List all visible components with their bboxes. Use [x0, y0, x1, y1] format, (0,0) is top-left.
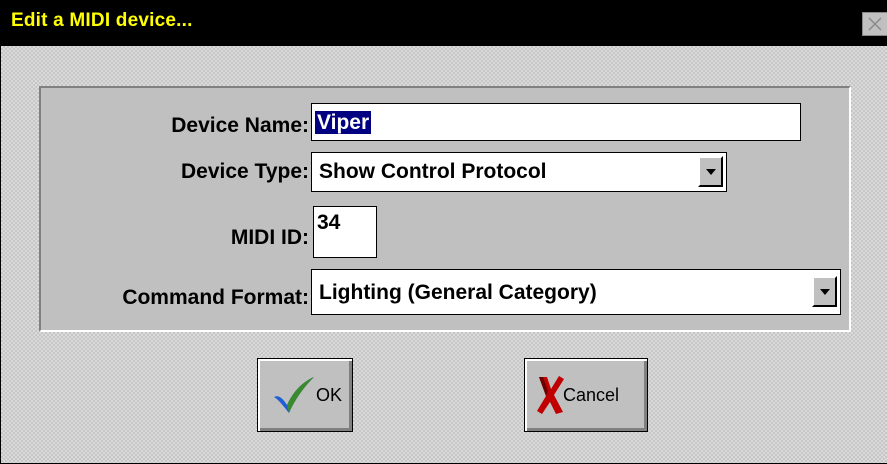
- chevron-down-icon: [820, 289, 830, 295]
- device-name-value: Viper: [315, 111, 372, 134]
- device-type-value: Show Control Protocol: [319, 160, 547, 183]
- close-icon: [868, 17, 882, 31]
- cancel-button-label: Cancel: [563, 385, 620, 405]
- window-title: Edit a MIDI device...: [11, 10, 193, 31]
- command-format-value: Lighting (General Category): [319, 281, 597, 304]
- ok-button[interactable]: OK: [257, 358, 353, 432]
- device-type-select[interactable]: Show Control Protocol: [311, 152, 727, 192]
- device-type-dropdown-button[interactable]: [698, 156, 723, 187]
- title-bar[interactable]: Edit a MIDI device...: [1, 0, 887, 46]
- midi-id-value: 34: [317, 211, 341, 234]
- midi-id-label: MIDI ID:: [230, 226, 309, 249]
- cancel-button[interactable]: Cancel: [524, 358, 648, 432]
- close-button[interactable]: [862, 12, 887, 36]
- chevron-down-icon: [706, 169, 716, 175]
- dialog-window: Edit a MIDI device... Device Name: Viper…: [0, 0, 887, 464]
- midi-id-input[interactable]: 34: [313, 206, 377, 258]
- checkmark-icon: [274, 377, 314, 413]
- command-format-label: Command Format:: [122, 286, 309, 309]
- device-name-input[interactable]: Viper: [311, 103, 801, 141]
- device-settings-panel: Device Name: Viper Device Type: Show Con…: [39, 86, 851, 332]
- device-name-label: Device Name:: [171, 114, 309, 137]
- x-cross-icon: [537, 376, 564, 414]
- device-type-label: Device Type:: [181, 160, 309, 183]
- command-format-dropdown-button[interactable]: [812, 276, 837, 307]
- ok-button-label: OK: [316, 385, 343, 405]
- command-format-select[interactable]: Lighting (General Category): [311, 269, 841, 315]
